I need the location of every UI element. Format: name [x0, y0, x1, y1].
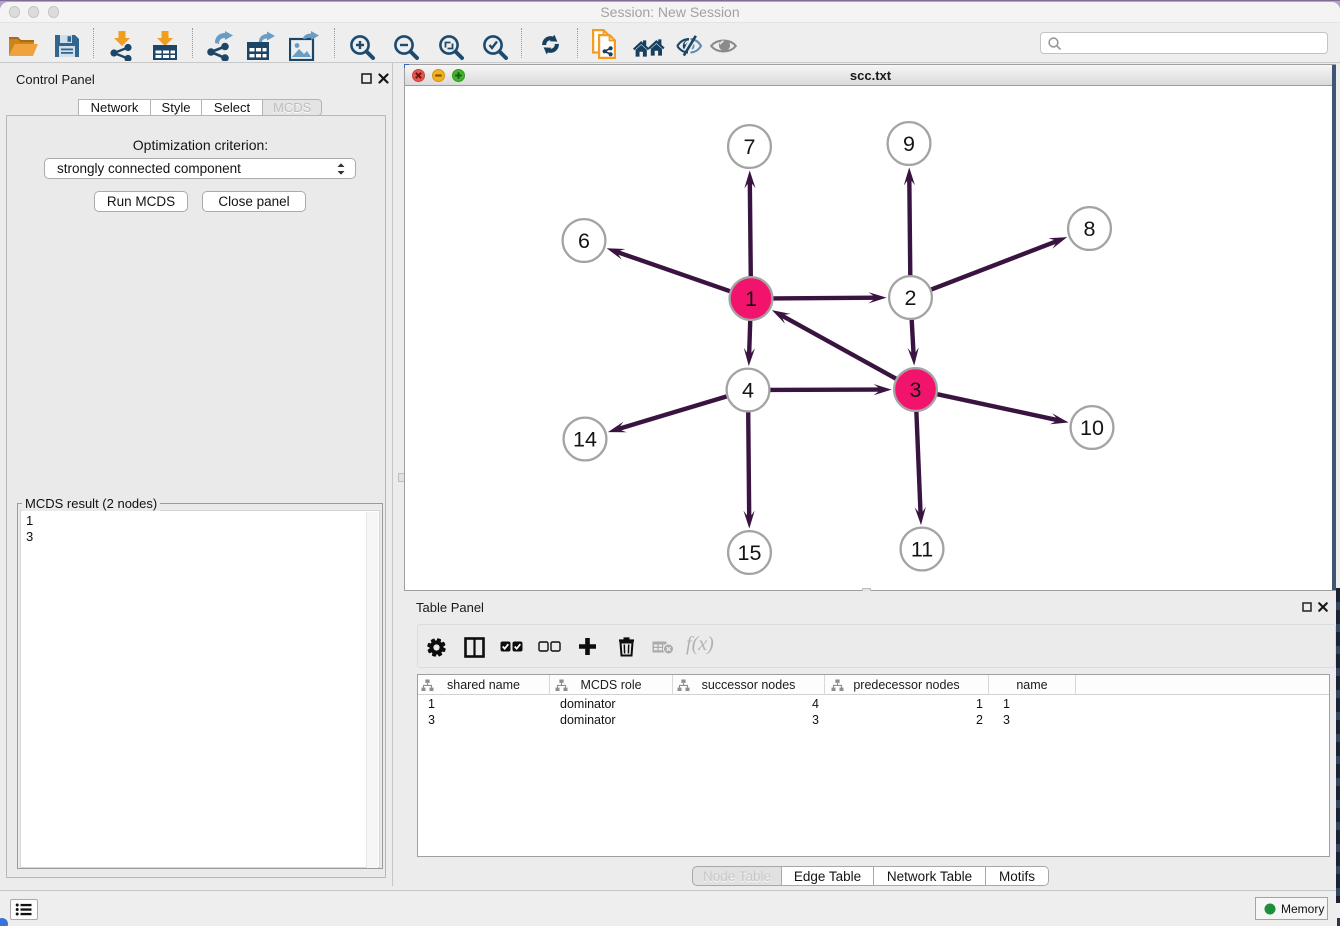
svg-text:10: 10	[1080, 416, 1104, 440]
svg-text:9: 9	[903, 132, 915, 156]
svg-text:15: 15	[738, 541, 762, 565]
svg-text:7: 7	[744, 135, 756, 159]
svg-text:2: 2	[905, 286, 917, 310]
svg-text:3: 3	[910, 378, 922, 402]
svg-text:11: 11	[911, 538, 933, 562]
svg-text:8: 8	[1084, 217, 1096, 241]
svg-text:4: 4	[742, 379, 754, 403]
svg-text:1: 1	[745, 287, 757, 311]
svg-text:14: 14	[573, 428, 597, 452]
svg-text:6: 6	[578, 229, 590, 253]
